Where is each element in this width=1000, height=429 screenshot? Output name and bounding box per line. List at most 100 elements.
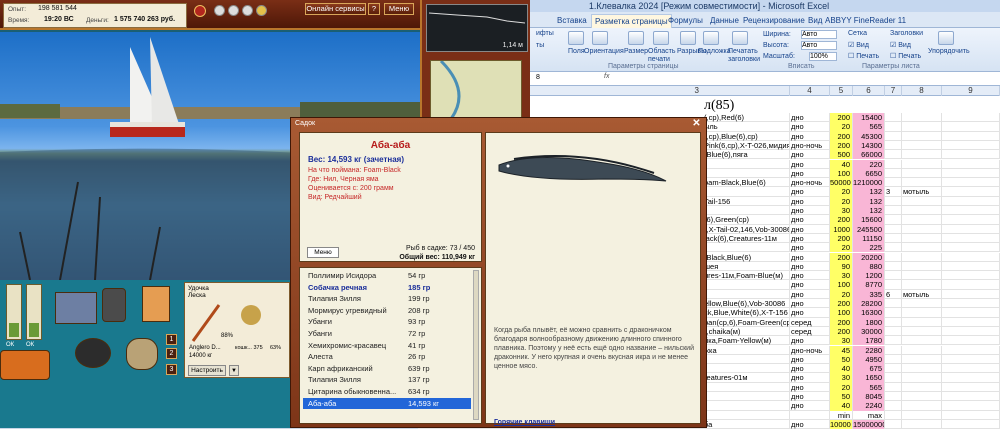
table-cell[interactable] xyxy=(902,326,942,337)
table-cell[interactable] xyxy=(885,113,902,123)
table-cell[interactable]: 2280 xyxy=(853,345,885,355)
list-item[interactable]: Тилапия Зилля 199 гр xyxy=(303,293,471,304)
table-cell[interactable]: дно-ночь xyxy=(790,140,830,151)
table-cell[interactable]: 675 xyxy=(853,364,885,374)
table-cell[interactable]: 20 xyxy=(830,122,853,132)
table-cell[interactable] xyxy=(885,261,902,272)
table-cell[interactable]: дно xyxy=(790,187,830,197)
orientation-button[interactable]: Ориентация xyxy=(584,48,624,55)
list-item[interactable]: Убанги 93 гр xyxy=(303,316,471,327)
headers-view-checkbox[interactable]: ☑ Вид xyxy=(890,41,911,49)
table-cell[interactable]: мотыль xyxy=(902,187,942,197)
table-cell[interactable]: 20 xyxy=(830,382,853,392)
table-cell[interactable]: 245500 xyxy=(853,224,885,234)
table-cell[interactable]: дно xyxy=(790,243,830,253)
table-cell[interactable]: 20 xyxy=(830,187,853,197)
table-cell[interactable] xyxy=(885,233,902,244)
table-cell[interactable] xyxy=(902,178,942,188)
tab-page-layout[interactable]: Разметка страницы xyxy=(591,14,672,28)
table-cell[interactable]: 1780 xyxy=(853,336,885,346)
menu-button[interactable]: Меню xyxy=(384,3,414,15)
table-cell[interactable]: 200 xyxy=(830,299,853,309)
column-header[interactable]: 9 xyxy=(942,86,1000,96)
table-cell[interactable]: 14300 xyxy=(853,140,885,151)
table-cell[interactable] xyxy=(902,224,942,234)
table-cell[interactable] xyxy=(942,122,1000,132)
background-icon[interactable] xyxy=(703,31,719,45)
table-cell[interactable] xyxy=(885,373,902,383)
bait-icon[interactable] xyxy=(194,5,206,17)
table-cell[interactable] xyxy=(942,410,1000,420)
table-cell[interactable]: дно xyxy=(790,215,830,225)
table-cell[interactable] xyxy=(902,410,942,420)
fish-list[interactable]: Поллимир Исидора 54 гр Собачка речная 185 г… xyxy=(299,267,482,424)
margins-button[interactable]: Поля xyxy=(568,48,585,55)
table-cell[interactable] xyxy=(885,345,902,355)
table-cell[interactable]: 1800 xyxy=(853,317,885,327)
table-cell[interactable]: 30 xyxy=(830,373,853,383)
table-cell[interactable]: дно xyxy=(790,206,830,216)
table-cell[interactable]: 50000 xyxy=(830,178,853,188)
table-cell[interactable]: дно xyxy=(790,280,830,290)
table-cell[interactable] xyxy=(942,354,1000,365)
table-cell[interactable] xyxy=(902,150,942,160)
list-item[interactable]: Мормирус угревидный 208 гр xyxy=(303,305,471,316)
fishing-book-icon[interactable] xyxy=(142,286,170,322)
margins-icon[interactable] xyxy=(568,31,584,45)
table-cell[interactable]: дно xyxy=(790,150,830,160)
table-cell[interactable] xyxy=(885,252,902,262)
table-cell[interactable] xyxy=(902,206,942,216)
table-cell[interactable]: дно xyxy=(790,289,830,299)
table-cell[interactable]: дно xyxy=(790,233,830,244)
table-cell[interactable] xyxy=(942,289,1000,299)
table-cell[interactable] xyxy=(942,206,1000,216)
online-services-button[interactable]: Онлайн сервисы xyxy=(305,3,366,15)
list-item[interactable]: Алеста 26 гр xyxy=(303,351,471,362)
table-cell[interactable] xyxy=(902,261,942,272)
table-cell[interactable] xyxy=(902,401,942,411)
table-cell[interactable] xyxy=(885,326,902,337)
table-cell[interactable] xyxy=(942,224,1000,234)
list-item[interactable]: Цитарина обыкновенна... 634 гр xyxy=(303,386,471,397)
table-cell[interactable]: дно-ночь xyxy=(790,345,830,355)
table-cell[interactable]: 30 xyxy=(830,206,853,216)
column-header[interactable]: 6 xyxy=(853,86,885,96)
table-cell[interactable]: 30 xyxy=(830,271,853,281)
tab-data[interactable]: Данные xyxy=(707,14,742,28)
rod-tab[interactable]: Удочка xyxy=(188,285,209,292)
table-cell[interactable] xyxy=(942,196,1000,206)
table-cell[interactable] xyxy=(885,354,902,365)
table-cell[interactable] xyxy=(902,122,942,132)
table-cell[interactable]: 200 xyxy=(830,113,853,123)
table-cell[interactable] xyxy=(942,159,1000,169)
table-cell[interactable] xyxy=(942,113,1000,123)
table-cell[interactable] xyxy=(885,243,902,253)
scale-input[interactable]: 100% xyxy=(809,52,837,61)
print-titles-button[interactable]: Печатать заголовки xyxy=(728,48,762,64)
table-cell[interactable] xyxy=(942,392,1000,402)
background-button[interactable]: Подложка xyxy=(698,48,731,55)
table-cell[interactable]: 1200 xyxy=(853,271,885,281)
table-cell[interactable] xyxy=(885,280,902,290)
table-cell[interactable]: 28200 xyxy=(853,299,885,309)
column-header[interactable]: 4 xyxy=(790,86,830,96)
help-button[interactable]: ? xyxy=(368,3,380,15)
table-cell[interactable] xyxy=(902,354,942,365)
table-cell[interactable]: дно xyxy=(790,131,830,141)
table-cell[interactable]: 15600 xyxy=(853,215,885,225)
backpack-icon[interactable] xyxy=(102,288,126,322)
table-cell[interactable]: 200 xyxy=(830,317,853,327)
cell-reference[interactable]: 8 xyxy=(536,74,540,81)
table-cell[interactable] xyxy=(942,308,1000,318)
table-cell[interactable]: 565 xyxy=(853,382,885,392)
table-cell[interactable]: дно xyxy=(790,224,830,234)
table-cell[interactable] xyxy=(885,131,902,141)
table-cell[interactable] xyxy=(902,317,942,327)
lure-slot-icon[interactable] xyxy=(214,5,225,16)
table-cell[interactable] xyxy=(942,131,1000,141)
table-cell[interactable] xyxy=(885,392,902,402)
location-map[interactable] xyxy=(430,59,522,120)
table-cell[interactable]: 132 xyxy=(853,196,885,206)
table-cell[interactable]: min xyxy=(830,410,853,420)
table-cell[interactable]: 30000 xyxy=(853,326,885,337)
